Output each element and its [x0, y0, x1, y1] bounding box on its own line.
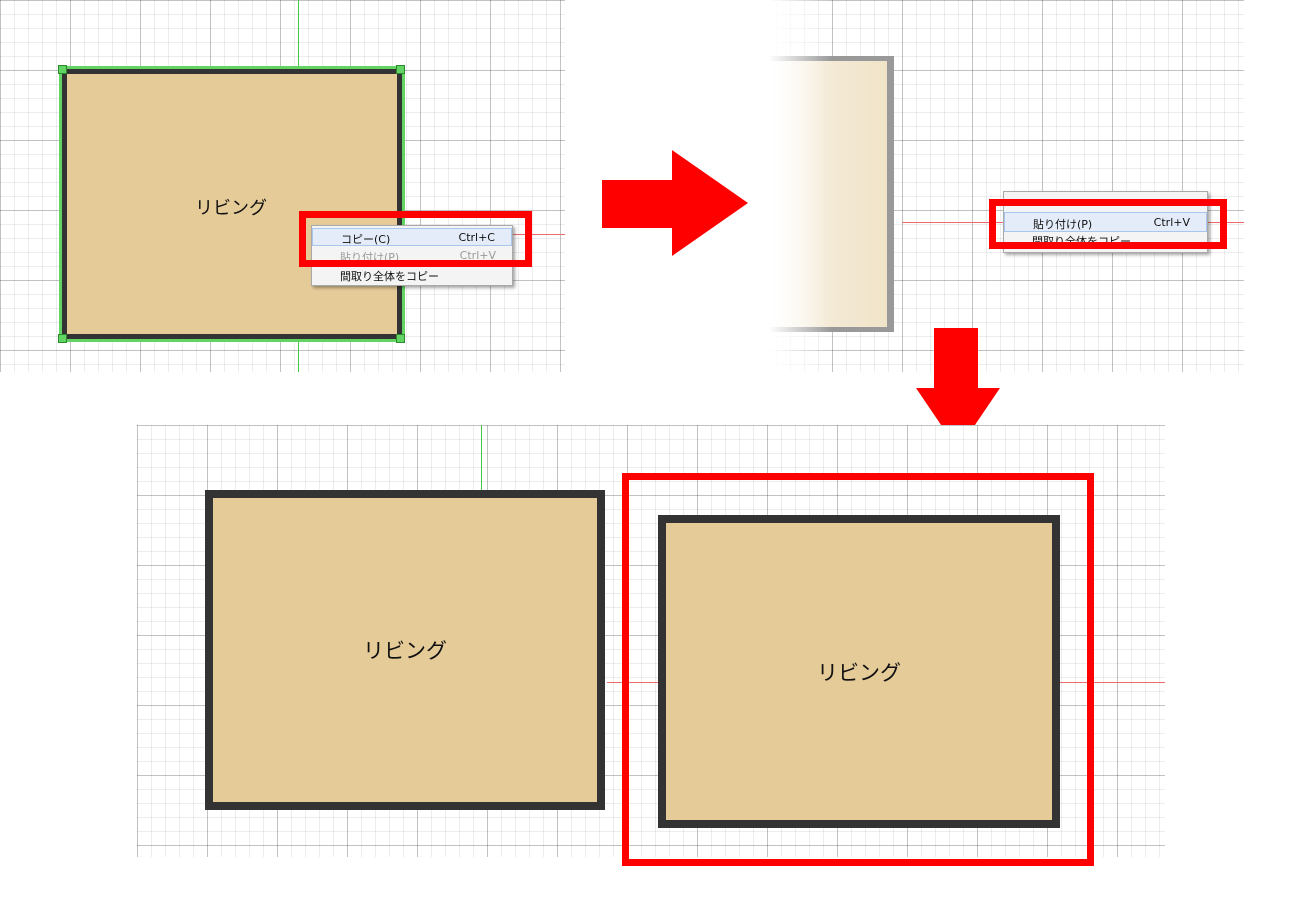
left-fade [762, 0, 832, 372]
step1-canvas[interactable]: リビング コピー(C) Ctrl+C 貼り付け(P) Ctrl+V 間取り全体を… [0, 0, 565, 372]
copy-highlight-box [299, 211, 532, 267]
pasted-room-highlight-box [622, 473, 1094, 866]
step2-canvas[interactable]: 貼り付け(P) Ctrl+V 間取り全体をコピー [762, 0, 1244, 372]
room-label: リビング [195, 198, 267, 219]
arrow-right-icon [602, 150, 748, 256]
room-selected[interactable]: リビング [62, 69, 402, 339]
menu-item-copy-floorplan[interactable]: 間取り全体をコピー [312, 266, 512, 284]
y-axis-line [481, 425, 482, 491]
room-label: リビング [363, 639, 447, 663]
resize-handle-tr[interactable] [396, 65, 405, 74]
resize-handle-bl[interactable] [58, 334, 67, 343]
paste-highlight-box [989, 199, 1227, 249]
room-original[interactable]: リビング [205, 490, 605, 810]
resize-handle-tl[interactable] [58, 65, 67, 74]
resize-handle-br[interactable] [396, 334, 405, 343]
